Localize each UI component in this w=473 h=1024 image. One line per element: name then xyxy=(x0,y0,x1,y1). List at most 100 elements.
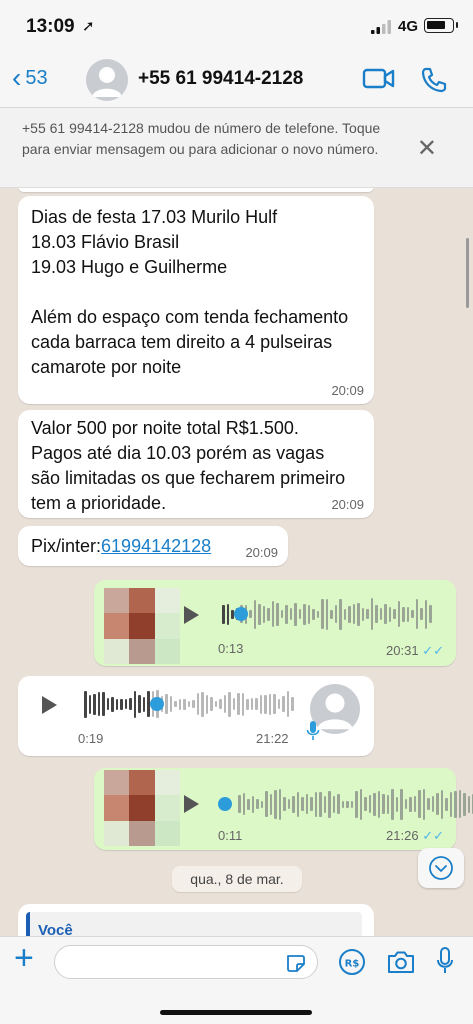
contact-name[interactable]: +55 61 99414-2128 xyxy=(138,68,303,90)
message-time: 20:09 xyxy=(331,383,364,398)
waveform-bar xyxy=(427,798,430,810)
waveform-bar xyxy=(463,792,466,816)
waveform-bar xyxy=(138,695,141,713)
waveform-bar xyxy=(411,610,414,618)
waveform-bar xyxy=(458,790,461,818)
chat-header: ‹ 53 +55 61 99414-2128 xyxy=(0,52,473,108)
waveform-bar xyxy=(115,698,118,710)
message-bubble[interactable]: Valor 500 por noite total R$1.500. Pagos… xyxy=(18,410,374,518)
playback-position-dot[interactable] xyxy=(218,797,232,811)
message-bubble[interactable]: Você xyxy=(18,904,374,936)
waveform-bar xyxy=(88,694,91,714)
play-icon[interactable] xyxy=(184,606,199,624)
waveform-bar xyxy=(249,610,252,618)
waveform-bar xyxy=(321,599,324,629)
sender-photo xyxy=(104,770,180,846)
sender-photo xyxy=(104,588,180,664)
waveform-bar xyxy=(210,697,213,711)
playback-position-dot[interactable] xyxy=(150,697,164,711)
waveform-bar xyxy=(169,696,172,712)
message-time-status: 20:31 ✓✓ xyxy=(386,643,444,659)
camera-icon[interactable] xyxy=(386,949,416,975)
waveform-bar xyxy=(436,793,439,815)
close-icon[interactable]: ✕ xyxy=(417,134,437,163)
waveform-bar xyxy=(409,796,412,812)
waveform-bar xyxy=(312,608,315,620)
waveform-bar xyxy=(124,699,127,709)
waveform-bar xyxy=(303,603,306,625)
waveform-bar xyxy=(364,797,367,811)
quoted-reply[interactable]: Você xyxy=(26,912,362,936)
read-receipt-icon: ✓✓ xyxy=(422,643,444,658)
battery-icon xyxy=(424,18,458,33)
video-call-icon[interactable] xyxy=(362,66,396,92)
microphone-icon[interactable] xyxy=(436,946,454,976)
waveform-bar xyxy=(418,790,421,818)
waveform-bar xyxy=(424,599,427,629)
plus-icon[interactable]: + xyxy=(14,941,34,975)
waveform-bar xyxy=(192,700,195,708)
message-time: 20:31 xyxy=(386,643,419,658)
back-button[interactable]: ‹ 53 xyxy=(12,64,48,92)
sticker-icon[interactable] xyxy=(285,953,307,973)
voice-message-bubble[interactable]: 0:13 20:31 ✓✓ xyxy=(94,580,456,666)
waveform-bar xyxy=(397,601,400,627)
waveform-bar xyxy=(298,609,301,619)
waveform-bar xyxy=(256,799,259,809)
waveform-bar xyxy=(274,789,277,819)
waveform-bar xyxy=(328,790,331,818)
payment-icon[interactable]: R$ xyxy=(338,948,366,976)
message-time: 21:22 xyxy=(256,731,289,746)
waveform-bar xyxy=(260,800,263,808)
waveform-bar xyxy=(247,798,250,810)
waveform-bar xyxy=(285,604,288,624)
audio-waveform[interactable] xyxy=(222,596,432,632)
message-bubble-previous[interactable] xyxy=(18,188,374,192)
waveform-bar xyxy=(323,795,326,813)
phone-link[interactable]: 61994142128 xyxy=(101,536,211,556)
play-icon[interactable] xyxy=(184,795,199,813)
message-input[interactable] xyxy=(54,945,318,979)
voice-message-bubble[interactable]: 0:19 21:22 xyxy=(18,676,374,756)
voice-duration: 0:11 xyxy=(218,828,243,843)
waveform-bar xyxy=(391,788,394,820)
message-time: 20:09 xyxy=(245,545,278,560)
waveform-bar xyxy=(404,799,407,809)
scroll-to-bottom-button[interactable] xyxy=(418,848,464,888)
waveform-bar xyxy=(129,698,132,710)
quoted-author: Você xyxy=(38,922,73,936)
audio-waveform[interactable] xyxy=(238,786,473,822)
waveform-bar xyxy=(307,604,310,624)
waveform-bar xyxy=(196,693,199,715)
voice-message-bubble[interactable]: 0:11 21:26 ✓✓ xyxy=(94,768,473,850)
message-text: Dias de festa 17.03 Murilo Hulf 18.03 Fl… xyxy=(31,207,349,377)
waveform-bar xyxy=(301,797,304,811)
waveform-bar xyxy=(413,796,416,812)
chevron-down-circle-icon xyxy=(429,856,453,880)
play-icon[interactable] xyxy=(42,696,57,714)
waveform-bar xyxy=(361,607,364,621)
waveform-bar xyxy=(111,696,114,712)
waveform-bar xyxy=(106,698,109,710)
waveform-bar xyxy=(120,698,123,710)
waveform-bar xyxy=(379,608,382,620)
date-separator: qua., 8 de mar. xyxy=(172,866,302,892)
waveform-bar xyxy=(339,598,342,630)
waveform-bar xyxy=(265,791,268,817)
chat-area[interactable]: Dias de festa 17.03 Murilo Hulf 18.03 Fl… xyxy=(0,188,473,936)
waveform-bar xyxy=(228,691,231,717)
phone-icon[interactable] xyxy=(420,66,448,94)
voice-duration: 0:13 xyxy=(218,641,244,656)
status-bar: 13:09 ➚ 4G xyxy=(0,0,473,52)
number-change-banner[interactable]: +55 61 99414-2128 mudou de número de tel… xyxy=(0,108,473,188)
scrollbar[interactable] xyxy=(466,238,469,308)
waveform-bar xyxy=(84,690,87,718)
waveform-bar xyxy=(334,605,337,623)
message-bubble[interactable]: Pix/inter:61994142128 20:09 xyxy=(18,526,288,566)
audio-waveform[interactable] xyxy=(84,688,294,720)
waveform-bar xyxy=(238,795,241,813)
message-bubble[interactable]: Dias de festa 17.03 Murilo Hulf 18.03 Fl… xyxy=(18,196,374,404)
avatar[interactable] xyxy=(86,59,128,101)
playback-position-dot[interactable] xyxy=(234,607,248,621)
read-receipt-icon: ✓✓ xyxy=(422,828,444,843)
